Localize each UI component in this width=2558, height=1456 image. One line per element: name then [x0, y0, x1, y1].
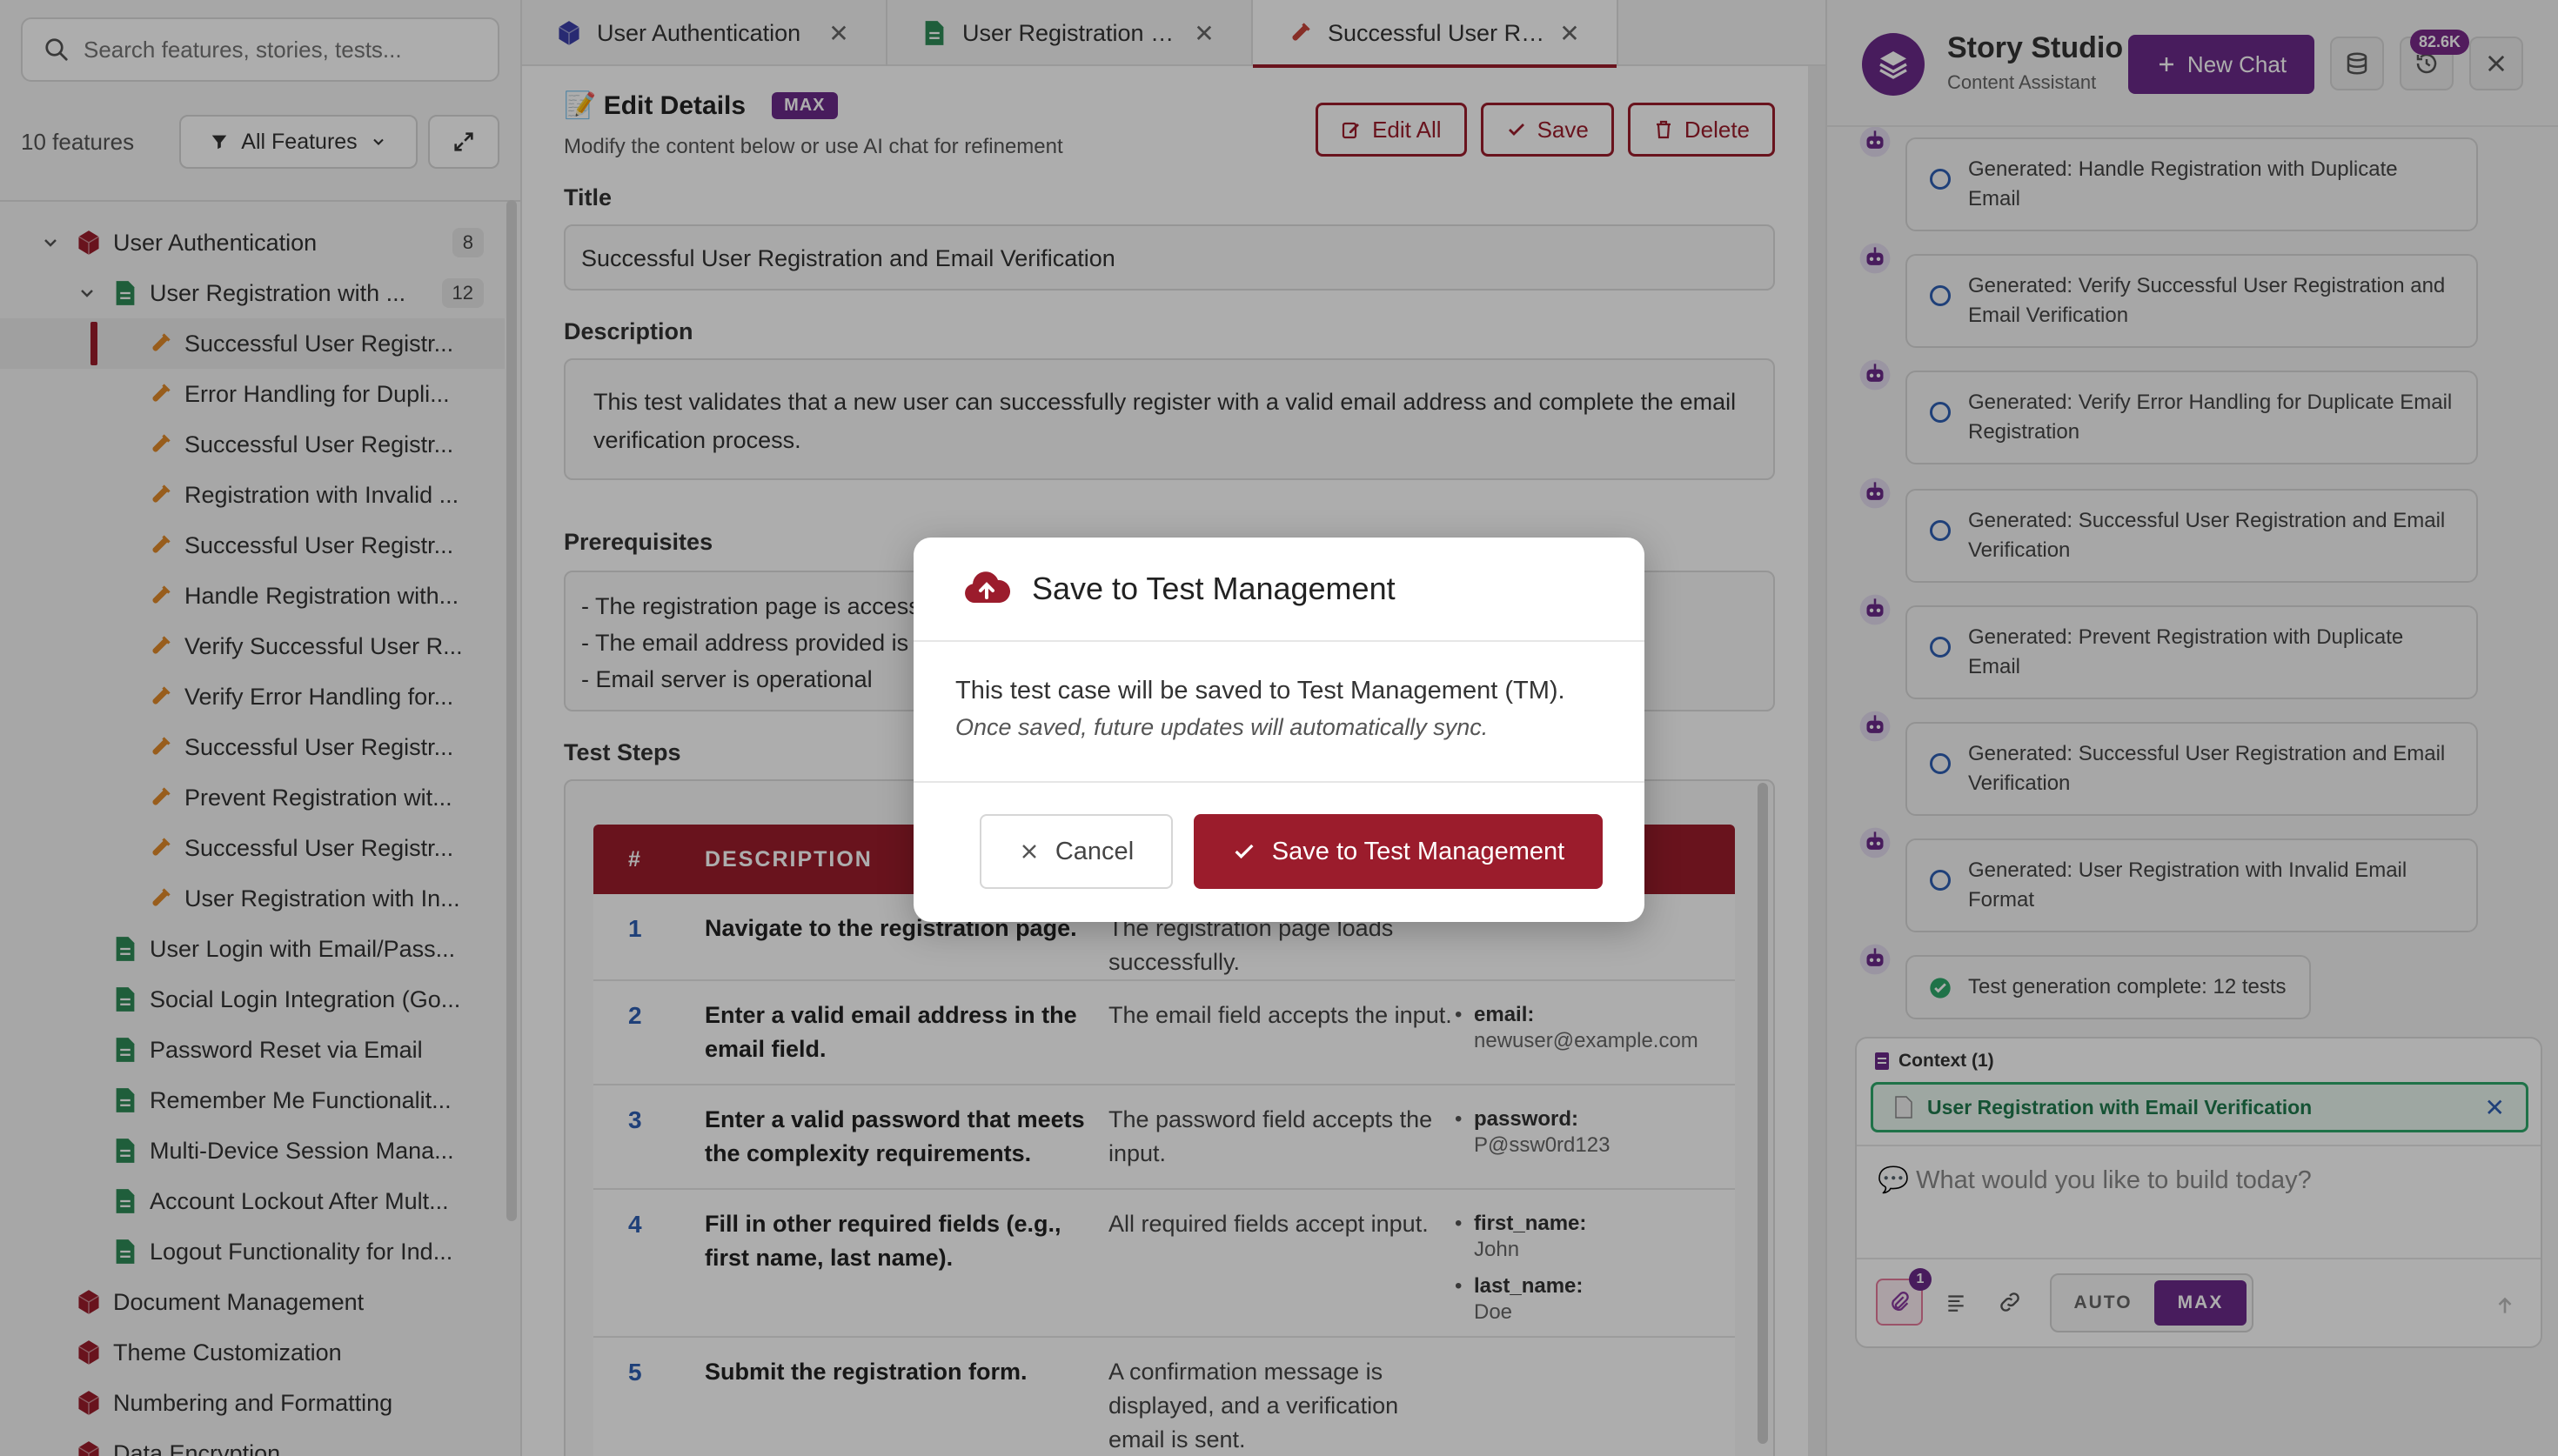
- cancel-label: Cancel: [1055, 837, 1135, 865]
- check-icon: [1235, 844, 1254, 859]
- save-to-tm-button[interactable]: Save to Test Management: [1194, 814, 1603, 889]
- cancel-button[interactable]: Cancel: [980, 814, 1173, 889]
- dialog-footer: Cancel Save to Test Management: [914, 785, 1644, 922]
- dialog-title: Save to Test Management: [1032, 571, 1396, 606]
- dialog-note: Once saved, future updates will automati…: [955, 714, 1489, 740]
- cloud-upload-icon: [965, 571, 1011, 603]
- dialog-header: Save to Test Management: [914, 538, 1644, 642]
- dialog-body: This test case will be saved to Test Man…: [914, 642, 1644, 783]
- save-to-tm-dialog: Save to Test Management This test case w…: [914, 538, 1644, 922]
- close-icon: [1022, 845, 1036, 858]
- dialog-message: This test case will be saved to Test Man…: [955, 677, 1565, 705]
- save-to-tm-label: Save to Test Management: [1271, 837, 1565, 865]
